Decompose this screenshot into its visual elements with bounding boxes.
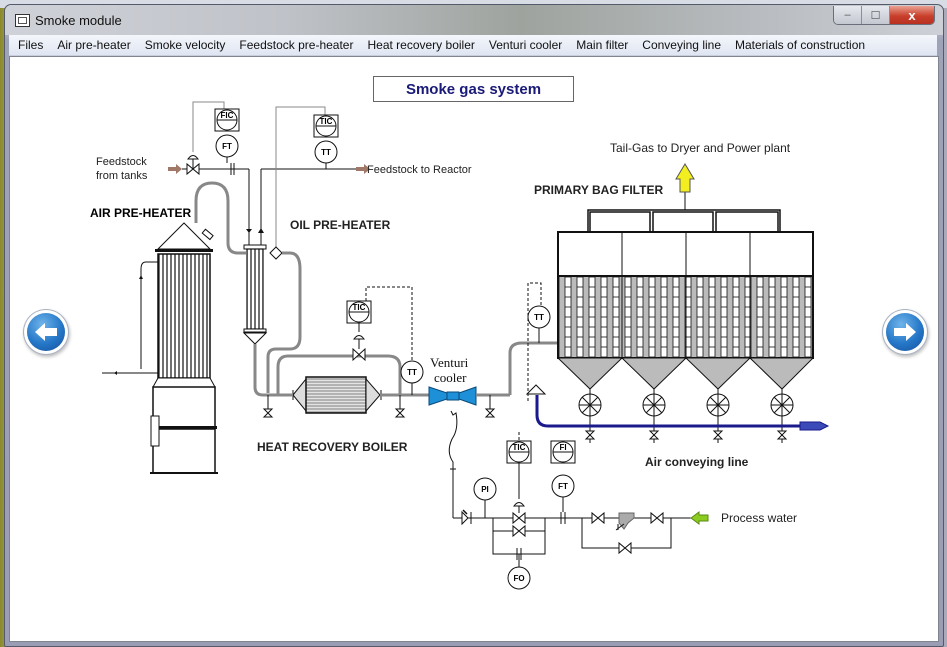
window-controls: – ☐ x [833,6,935,25]
maximize-button[interactable]: ☐ [862,6,890,24]
control-valve-icon [512,511,526,525]
menu-air-pre-heater[interactable]: Air pre-heater [50,35,137,55]
feedstock-out-label: Feedstock to Reactor [367,164,472,176]
svg-text:TT: TT [407,368,417,377]
bypass-valve-icon [618,541,632,555]
fic-instrument[interactable]: FIC [214,108,240,132]
svg-text:FT: FT [558,482,568,491]
tail-gas-label: Tail-Gas to Dryer and Power plant [610,141,791,155]
smoke-module-window: Smoke module – ☐ x Files Air pre-heater … [4,4,944,647]
ft-instrument[interactable]: FT [215,134,239,163]
venturi-label-1: Venturi [430,355,469,370]
isolation-valve-icon [650,511,664,525]
air-pre-heater[interactable] [102,222,218,474]
menu-venturi-cooler[interactable]: Venturi cooler [482,35,569,55]
arrow-left-icon [35,323,57,341]
previous-page-button[interactable] [27,313,65,351]
process-water-arrow [690,511,709,525]
process-water-label: Process water [721,511,797,525]
venturi-cooler[interactable] [428,386,510,475]
menu-materials-of-construction[interactable]: Materials of construction [728,35,872,55]
bypass-valve-icon [352,347,366,362]
svg-text:TIC: TIC [353,303,366,312]
svg-text:TIC: TIC [320,117,333,126]
oil-pre-heater-label: OIL PRE-HEATER [290,218,391,232]
primary-bag-filter[interactable] [556,192,815,390]
svg-text:TT: TT [534,313,544,322]
feedstock-in-label-1: Feedstock [96,156,147,168]
next-page-button[interactable] [886,313,924,351]
menu-files[interactable]: Files [9,35,50,55]
minimize-icon: – [844,9,851,21]
fo-instrument[interactable]: FO [507,566,531,590]
diagram-canvas: Smoke gas system AIR PRE-HEATER OIL PRE-… [9,56,939,642]
close-icon: x [908,7,916,23]
svg-text:TT: TT [321,148,331,157]
menu-conveying-line[interactable]: Conveying line [635,35,728,55]
venturi-label-2: cooler [434,370,467,385]
tt-instrument-1[interactable]: TT [314,140,338,169]
pi-instrument[interactable]: PI [473,477,497,518]
minimize-button[interactable]: – [834,6,862,24]
tic-instrument-1[interactable]: TIC [313,114,339,138]
tt-instrument-2[interactable]: TT [400,360,424,395]
app-icon [15,14,30,27]
title-bar[interactable]: Smoke module – ☐ x [5,5,943,35]
close-button[interactable]: x [890,6,934,24]
ft-instrument-2[interactable]: FT [551,474,575,512]
fi-instrument[interactable]: FI [550,440,576,464]
oil-pre-heater[interactable] [242,169,268,345]
rotary-valves [578,389,794,443]
heat-recovery-boiler-label: HEAT RECOVERY BOILER [257,440,408,454]
tic-instrument-3[interactable]: TIC [506,432,532,499]
process-flow-diagram: AIR PRE-HEATER OIL PRE-HEATER Feedstock … [90,101,830,590]
tt-instrument-3[interactable]: TT [527,305,551,343]
svg-text:PI: PI [481,485,489,494]
svg-text:FIC: FIC [221,111,234,120]
menu-feedstock-pre-heater[interactable]: Feedstock pre-heater [232,35,360,55]
tail-gas-arrow [675,163,695,193]
bypass-valve-icon [512,524,526,538]
menu-bar: Files Air pre-heater Smoke velocity Feed… [9,35,937,56]
feedstock-in-label-2: from tanks [96,170,148,182]
feedstock-in-arrow [168,164,182,174]
isolation-valve-icon [591,511,605,525]
menu-heat-recovery-boiler[interactable]: Heat recovery boiler [360,35,481,55]
svg-text:TIC: TIC [513,443,526,452]
window-title: Smoke module [35,13,122,28]
menu-smoke-velocity[interactable]: Smoke velocity [138,35,233,55]
air-conveying-label: Air conveying line [645,455,749,469]
svg-text:FI: FI [559,443,566,452]
maximize-icon: ☐ [870,9,881,22]
menu-main-filter[interactable]: Main filter [569,35,635,55]
svg-text:FT: FT [222,142,232,151]
tic-instrument-2[interactable]: TIC [346,286,413,361]
air-pre-heater-label: AIR PRE-HEATER [90,206,191,220]
svg-text:FO: FO [513,574,524,583]
bag-filter-label: PRIMARY BAG FILTER [534,183,663,197]
arrow-right-icon [894,323,916,341]
